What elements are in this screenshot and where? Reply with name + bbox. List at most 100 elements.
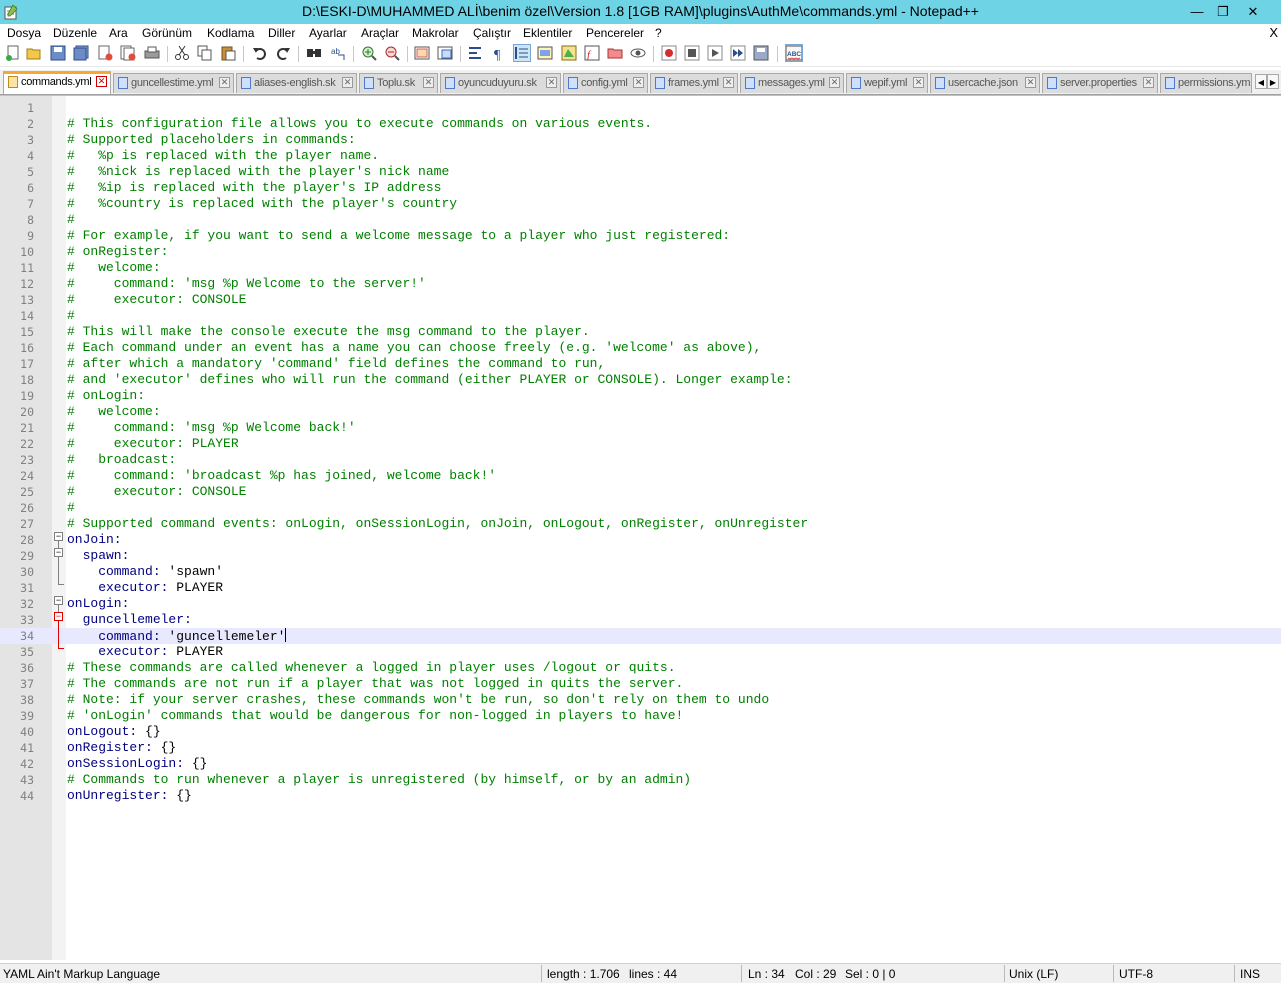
- code-line[interactable]: 34 command: 'guncellemeler': [0, 628, 1281, 644]
- replace-icon[interactable]: ab: [330, 45, 346, 61]
- code-line[interactable]: 4 # %p is replaced with the player name.: [0, 148, 1281, 164]
- tab-toplu-sk[interactable]: Toplu.sk ✕: [359, 73, 438, 93]
- code-text[interactable]: # welcome:: [67, 260, 161, 276]
- open-file-icon[interactable]: [26, 45, 42, 61]
- code-line[interactable]: 37 # The commands are not run if a player…: [0, 676, 1281, 692]
- function-list-icon[interactable]: f: [584, 45, 600, 61]
- save-all-icon[interactable]: [73, 45, 89, 61]
- code-line[interactable]: 9 # For example, if you want to send a we…: [0, 228, 1281, 244]
- code-text[interactable]: # after which a mandatory 'command' fiel…: [67, 356, 605, 372]
- code-line[interactable]: 40 onLogout: {}: [0, 724, 1281, 740]
- tab-wepif-yml[interactable]: wepif.yml ✕: [846, 73, 928, 93]
- play-macro-icon[interactable]: [707, 45, 723, 61]
- code-line[interactable]: 10 # onRegister:: [0, 244, 1281, 260]
- minimize-button[interactable]: —: [1186, 2, 1208, 22]
- code-text[interactable]: command: 'guncellemeler': [67, 628, 287, 645]
- code-text[interactable]: onSessionLogin: {}: [67, 756, 207, 772]
- close-tab-icon[interactable]: ✕: [829, 77, 840, 88]
- menu-eklentiler[interactable]: Eklentiler: [523, 26, 572, 40]
- code-line[interactable]: 26 #: [0, 500, 1281, 516]
- close-tab-icon[interactable]: ✕: [219, 77, 230, 88]
- redo-icon[interactable]: [275, 45, 291, 61]
- cut-icon[interactable]: [174, 45, 190, 61]
- code-line[interactable]: 27 # Supported command events: onLogin, o…: [0, 516, 1281, 532]
- tab-usercache-json[interactable]: usercache.json ✕: [930, 73, 1040, 93]
- code-line[interactable]: 7 # %country is replaced with the player'…: [0, 196, 1281, 212]
- code-line[interactable]: 30 command: 'spawn': [0, 564, 1281, 580]
- sync-horizontal-icon[interactable]: [437, 45, 453, 61]
- save-macro-icon[interactable]: [753, 45, 769, 61]
- code-line[interactable]: 32 onLogin:: [0, 596, 1281, 612]
- code-text[interactable]: onJoin:: [67, 532, 122, 548]
- sync-vertical-icon[interactable]: [414, 45, 430, 61]
- code-text[interactable]: # executor: CONSOLE: [67, 484, 246, 500]
- code-text[interactable]: onUnregister: {}: [67, 788, 192, 804]
- menu-araclar[interactable]: Araçlar: [361, 26, 399, 40]
- code-text[interactable]: onRegister: {}: [67, 740, 176, 756]
- code-text[interactable]: # %country is replaced with the player's…: [67, 196, 457, 212]
- code-text[interactable]: guncellemeler:: [67, 612, 192, 628]
- show-all-characters-icon[interactable]: ¶: [491, 45, 507, 61]
- tab-oyuncuduyuru-sk[interactable]: oyuncuduyuru.sk ✕: [440, 73, 561, 93]
- menu-dosya[interactable]: Dosya: [7, 26, 41, 40]
- tab-server-properties[interactable]: server.properties ✕: [1042, 73, 1158, 93]
- word-wrap-icon[interactable]: [468, 45, 484, 61]
- close-tab-icon[interactable]: ✕: [913, 77, 924, 88]
- code-line[interactable]: 25 # executor: CONSOLE: [0, 484, 1281, 500]
- code-text[interactable]: # Each command under an event has a name…: [67, 340, 761, 356]
- fold-toggle-spawn[interactable]: −: [54, 548, 63, 557]
- tab-guncellestime-yml[interactable]: guncellestime.yml ✕: [113, 73, 234, 93]
- folder-workspace-icon[interactable]: [607, 45, 623, 61]
- fold-toggle-onlogin[interactable]: −: [54, 596, 63, 605]
- code-line[interactable]: 44 onUnregister: {}: [0, 788, 1281, 804]
- code-line[interactable]: 5 # %nick is replaced with the player's n…: [0, 164, 1281, 180]
- code-line[interactable]: 12 # command: 'msg %p Welcome to the serv…: [0, 276, 1281, 292]
- code-text[interactable]: #: [67, 212, 75, 228]
- code-line[interactable]: 11 # welcome:: [0, 260, 1281, 276]
- code-text[interactable]: # For example, if you want to send a wel…: [67, 228, 730, 244]
- code-line[interactable]: 38 # Note: if your server crashes, these …: [0, 692, 1281, 708]
- menu-makrolar[interactable]: Makrolar: [412, 26, 459, 40]
- indent-guide-icon[interactable]: [513, 44, 531, 62]
- code-text[interactable]: # executor: CONSOLE: [67, 292, 246, 308]
- menu-ara[interactable]: Ara: [109, 26, 128, 40]
- code-line[interactable]: 19 # onLogin:: [0, 388, 1281, 404]
- code-line[interactable]: 1: [0, 100, 1281, 116]
- code-text[interactable]: # executor: PLAYER: [67, 436, 239, 452]
- menu-duzenle[interactable]: Düzenle: [53, 26, 97, 40]
- code-line[interactable]: 13 # executor: CONSOLE: [0, 292, 1281, 308]
- menu-ayarlar[interactable]: Ayarlar: [309, 26, 347, 40]
- code-text[interactable]: # Commands to run whenever a player is u…: [67, 772, 691, 788]
- document-map-icon[interactable]: [561, 45, 577, 61]
- code-text[interactable]: # command: 'msg %p Welcome back!': [67, 420, 356, 436]
- menu-calistir[interactable]: Çalıştır: [473, 26, 511, 40]
- save-icon[interactable]: [50, 45, 66, 61]
- code-text[interactable]: # command: 'broadcast %p has joined, wel…: [67, 468, 496, 484]
- menu-kodlama[interactable]: Kodlama: [207, 26, 254, 40]
- code-text[interactable]: # broadcast:: [67, 452, 176, 468]
- code-line[interactable]: 29 spawn:: [0, 548, 1281, 564]
- find-icon[interactable]: [306, 45, 322, 61]
- stop-macro-icon[interactable]: [684, 45, 700, 61]
- code-text[interactable]: # This configuration file allows you to …: [67, 116, 652, 132]
- code-line[interactable]: 20 # welcome:: [0, 404, 1281, 420]
- code-text[interactable]: # welcome:: [67, 404, 161, 420]
- close-tab-icon[interactable]: ✕: [546, 77, 557, 88]
- menu-help[interactable]: ?: [655, 26, 662, 40]
- tab-aliases-english-sk[interactable]: aliases-english.sk ✕: [236, 73, 357, 93]
- code-text[interactable]: # %ip is replaced with the player's IP a…: [67, 180, 441, 196]
- code-text[interactable]: # Note: if your server crashes, these co…: [67, 692, 769, 708]
- fold-toggle-guncellemeler[interactable]: −: [54, 612, 63, 621]
- tab-scroll-left-icon[interactable]: ◀: [1255, 74, 1267, 89]
- code-text[interactable]: # %nick is replaced with the player's ni…: [67, 164, 449, 180]
- menu-gorunum[interactable]: Görünüm: [142, 26, 192, 40]
- restore-button[interactable]: ❐: [1212, 2, 1234, 22]
- menu-pencereler[interactable]: Pencereler: [586, 26, 644, 40]
- zoom-out-icon[interactable]: [384, 45, 400, 61]
- code-line[interactable]: 33 guncellemeler:: [0, 612, 1281, 628]
- code-line[interactable]: 15 # This will make the console execute t…: [0, 324, 1281, 340]
- code-text[interactable]: # and 'executor' defines who will run th…: [67, 372, 793, 388]
- code-text[interactable]: # onRegister:: [67, 244, 168, 260]
- close-tab-icon[interactable]: ✕: [1025, 77, 1036, 88]
- code-line[interactable]: 42 onSessionLogin: {}: [0, 756, 1281, 772]
